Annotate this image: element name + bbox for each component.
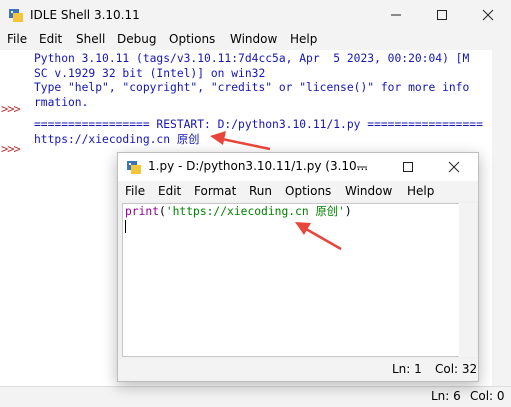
annotation-arrow-icon xyxy=(210,131,271,151)
annotation-arrow-icon xyxy=(295,222,342,251)
annotation-arrows xyxy=(210,131,342,251)
